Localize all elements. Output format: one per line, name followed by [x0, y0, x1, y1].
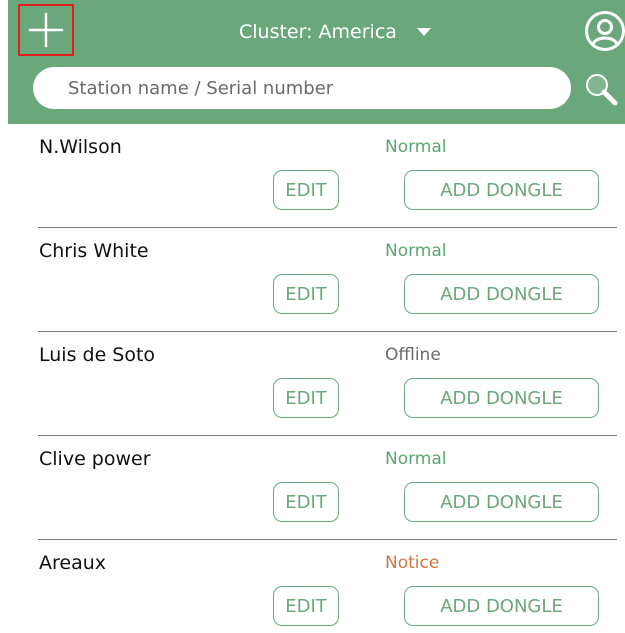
station-name[interactable]: Areaux [39, 552, 106, 574]
header-bar: Cluster: America [8, 0, 625, 124]
station-row: Luis de Soto Offline EDIT ADD DONGLE [0, 332, 625, 436]
station-row: N.Wilson Normal EDIT ADD DONGLE [0, 124, 625, 228]
status-label: Normal [385, 137, 447, 157]
status-label: Offline [385, 345, 441, 365]
add-dongle-button[interactable]: ADD DONGLE [404, 274, 599, 314]
status-label: Normal [385, 449, 447, 469]
station-row: Chris White Normal EDIT ADD DONGLE [0, 228, 625, 332]
station-name[interactable]: N.Wilson [39, 136, 122, 158]
status-label: Notice [385, 553, 440, 573]
add-dongle-button[interactable]: ADD DONGLE [404, 586, 599, 626]
edit-button[interactable]: EDIT [273, 274, 339, 314]
station-name[interactable]: Chris White [39, 240, 149, 262]
cluster-selector[interactable]: Cluster: America [239, 18, 431, 46]
edit-button[interactable]: EDIT [273, 482, 339, 522]
user-circle-icon[interactable] [584, 10, 625, 52]
status-label: Normal [385, 241, 447, 261]
station-row: Clive power Normal EDIT ADD DONGLE [0, 436, 625, 540]
search-input[interactable] [68, 77, 548, 99]
edit-button[interactable]: EDIT [273, 586, 339, 626]
station-list-screen: Cluster: America N.Wilson Normal EDIT AD… [0, 0, 625, 633]
station-row: Areaux Notice EDIT ADD DONGLE [0, 540, 625, 633]
caret-down-icon [416, 28, 431, 36]
add-station-button[interactable] [18, 4, 74, 56]
search-field [33, 67, 571, 109]
cluster-label: Cluster: America [239, 21, 397, 43]
station-name[interactable]: Clive power [39, 448, 151, 470]
add-dongle-button[interactable]: ADD DONGLE [404, 378, 599, 418]
add-dongle-button[interactable]: ADD DONGLE [404, 482, 599, 522]
magnifier-icon[interactable] [584, 72, 620, 108]
edit-button[interactable]: EDIT [273, 170, 339, 210]
station-list: N.Wilson Normal EDIT ADD DONGLE Chris Wh… [0, 124, 625, 633]
edit-button[interactable]: EDIT [273, 378, 339, 418]
station-name[interactable]: Luis de Soto [39, 344, 155, 366]
plus-icon [28, 12, 64, 48]
add-dongle-button[interactable]: ADD DONGLE [404, 170, 599, 210]
